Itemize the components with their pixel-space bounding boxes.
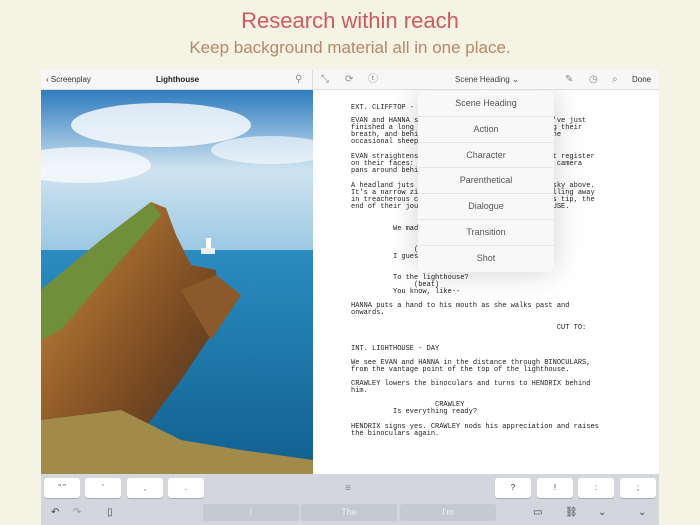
banner-subtitle: Keep background material all in one plac… xyxy=(189,38,511,57)
research-pane-header: ‹ Screenplay Lighthouse ⚲ xyxy=(41,70,313,90)
script-line: him. xyxy=(351,387,368,395)
script-line: onwards. xyxy=(351,309,385,317)
menu-item-shot[interactable]: Shot xyxy=(418,246,554,272)
script-line: I gues xyxy=(351,253,419,261)
dismiss-keyboard-icon[interactable]: ⌄ xyxy=(638,507,646,518)
script-line: CRAWLEY lowers the binoculars and turns … xyxy=(351,380,591,388)
expand-icon[interactable]: ⤡ xyxy=(321,75,329,85)
sync-icon[interactable]: ⟳ xyxy=(345,75,353,85)
redo-icon[interactable]: ↷ xyxy=(73,507,81,518)
paste-icon[interactable]: ▯ xyxy=(107,507,113,518)
key-apostrophe[interactable]: ‘ xyxy=(85,478,121,498)
suggestion-1[interactable]: I xyxy=(203,504,299,521)
chevron-down-icon: ⌄ xyxy=(509,75,519,84)
key-question[interactable]: ? xyxy=(495,478,531,498)
script-line: occasional sheep xyxy=(351,138,419,146)
script-line: pans around behi xyxy=(351,167,419,175)
script-line: from the vantage point of the top of the… xyxy=(351,366,570,374)
document-title: Lighthouse xyxy=(156,75,200,84)
banner-title: Research within reach xyxy=(241,8,459,33)
ipad-screen: ‹ Screenplay Lighthouse ⚲ ⤡ ⟳ ⓣ Scene He… xyxy=(41,70,659,525)
screenplay-editor[interactable]: EXT. CLIFFTOP - EVAN and HANNA s 've jus… xyxy=(313,90,659,474)
back-button[interactable]: ‹ Screenplay xyxy=(46,75,91,85)
drag-handle-icon[interactable]: ≡ xyxy=(345,483,351,494)
search-icon[interactable]: ⌕ xyxy=(612,75,618,85)
link-icon[interactable]: ⛓ xyxy=(565,507,578,518)
element-selector-label: Scene Heading xyxy=(455,75,510,84)
element-selector[interactable]: Scene Heading ⌄ xyxy=(455,75,519,85)
script-line: CUT TO: xyxy=(351,324,587,332)
back-label: Screenplay xyxy=(50,75,91,84)
menu-item-action[interactable]: Action xyxy=(418,117,554,143)
key-quotes[interactable]: “ ” xyxy=(44,478,80,498)
text-format-icon[interactable]: ⓣ xyxy=(368,75,378,85)
script-line: We mad xyxy=(351,225,419,233)
key-semicolon[interactable]: ; xyxy=(620,478,656,498)
script-line: the binoculars again. xyxy=(351,430,440,438)
comment-icon[interactable]: ▭ xyxy=(533,507,542,518)
suggestion-2[interactable]: The xyxy=(301,504,397,521)
keyboard-accessory: “ ” ‘ ‚ . ≡ ? ! : ; ↶ ↷ ▯ I The I'm ▭ ⛓ … xyxy=(41,474,659,525)
done-button[interactable]: Done xyxy=(632,75,651,85)
pin-icon[interactable]: ⚲ xyxy=(295,75,302,85)
undo-icon[interactable]: ↶ xyxy=(51,507,59,518)
menu-item-dialogue[interactable]: Dialogue xyxy=(418,194,554,220)
element-type-popover: Scene Heading Action Character Parenthet… xyxy=(418,90,554,272)
highlighter-icon[interactable]: ✎ xyxy=(565,75,573,85)
key-exclamation[interactable]: ! xyxy=(537,478,573,498)
toolbar: ‹ Screenplay Lighthouse ⚲ ⤡ ⟳ ⓣ Scene He… xyxy=(41,70,659,90)
key-comma[interactable]: ‚ xyxy=(127,478,163,498)
menu-item-transition[interactable]: Transition xyxy=(418,220,554,246)
lighthouse-photo xyxy=(41,90,313,474)
menu-item-scene-heading[interactable]: Scene Heading xyxy=(418,91,554,117)
script-line: INT. LIGHTHOUSE - DAY xyxy=(351,345,440,353)
menu-item-character[interactable]: Character xyxy=(418,143,554,169)
script-line: EXT. CLIFFTOP - xyxy=(351,104,415,112)
script-line: Is everything ready? xyxy=(351,408,478,416)
key-colon[interactable]: : xyxy=(578,478,614,498)
key-period[interactable]: . xyxy=(168,478,204,498)
clock-icon[interactable]: ◷ xyxy=(589,75,598,85)
suggestion-3[interactable]: I'm xyxy=(400,504,496,521)
keyboard-options-icon[interactable]: ⌄ xyxy=(598,507,606,518)
menu-item-parenthetical[interactable]: Parenthetical xyxy=(418,168,554,195)
script-line: You know, like-- xyxy=(351,288,461,296)
